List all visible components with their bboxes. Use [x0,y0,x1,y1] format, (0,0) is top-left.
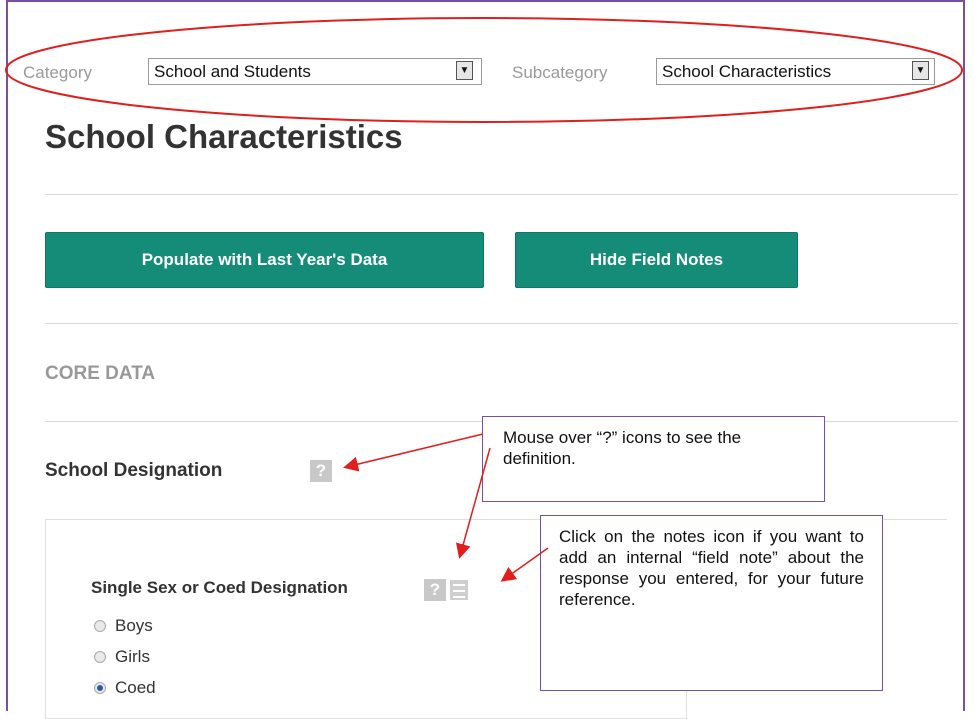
annotation-arrow [343,433,484,472]
annotation-ellipse [5,17,963,123]
annotation-overlay [5,17,963,582]
annotation-arrow [455,447,491,559]
annotation-arrow [500,547,549,582]
